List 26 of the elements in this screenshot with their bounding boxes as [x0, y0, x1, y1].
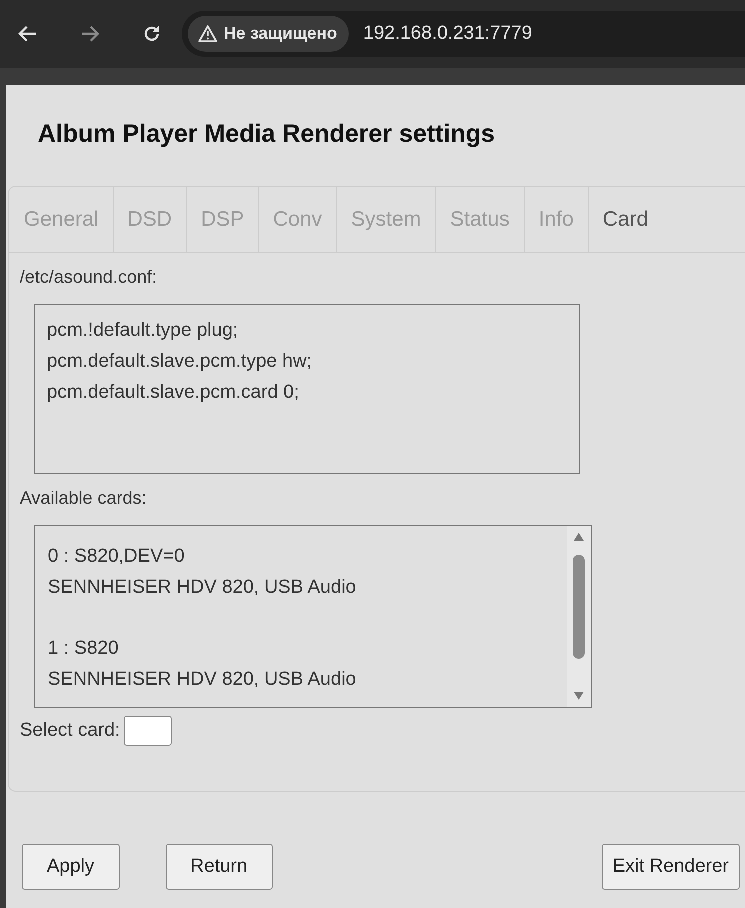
security-chip[interactable]: Не защищено: [188, 16, 350, 52]
page-title: Album Player Media Renderer settings: [37, 119, 496, 150]
scroll-up-icon[interactable]: [573, 532, 585, 542]
warning-icon: [198, 25, 218, 43]
select-card-label: Select card:: [20, 720, 120, 742]
card-id: 1 : S820: [48, 637, 119, 661]
card-name: SENNHEISER HDV 820, USB Audio: [48, 668, 356, 692]
select-card-input[interactable]: [124, 716, 172, 746]
reload-icon[interactable]: [142, 24, 162, 44]
url-text: 192.168.0.231:7779: [363, 23, 532, 45]
forward-icon[interactable]: [80, 25, 100, 43]
back-icon[interactable]: [18, 25, 38, 43]
scroll-down-icon[interactable]: [573, 691, 585, 701]
action-button[interactable]: Exit Renderer: [602, 844, 740, 890]
address-bar[interactable]: Не защищено 192.168.0.231:7779: [182, 11, 745, 57]
scrollbar-thumb[interactable]: [573, 554, 585, 658]
action-button[interactable]: Apply: [22, 844, 120, 890]
tab[interactable]: Card: [588, 187, 662, 252]
config-label: /etc/asound.conf:: [20, 267, 158, 288]
card-id: 0 : S820,DEV=0: [48, 545, 185, 569]
security-label: Не защищено: [224, 24, 338, 44]
cards-label: Available cards:: [20, 488, 148, 509]
cards-list[interactable]: 0 : S820,DEV=0 SENNHEISER HDV 820, USB Audio 1 : S820 SENNHEISER HDV 820, USB Audio: [34, 525, 592, 708]
config-text-area[interactable]: pcm.!default.type plug; pcm.default.slave.pcm.type hw; pcm.default.slave.pcm.card 0;: [34, 304, 580, 474]
card-name: SENNHEISER HDV 820, USB Audio: [48, 576, 356, 600]
action-button[interactable]: Return: [166, 844, 273, 890]
